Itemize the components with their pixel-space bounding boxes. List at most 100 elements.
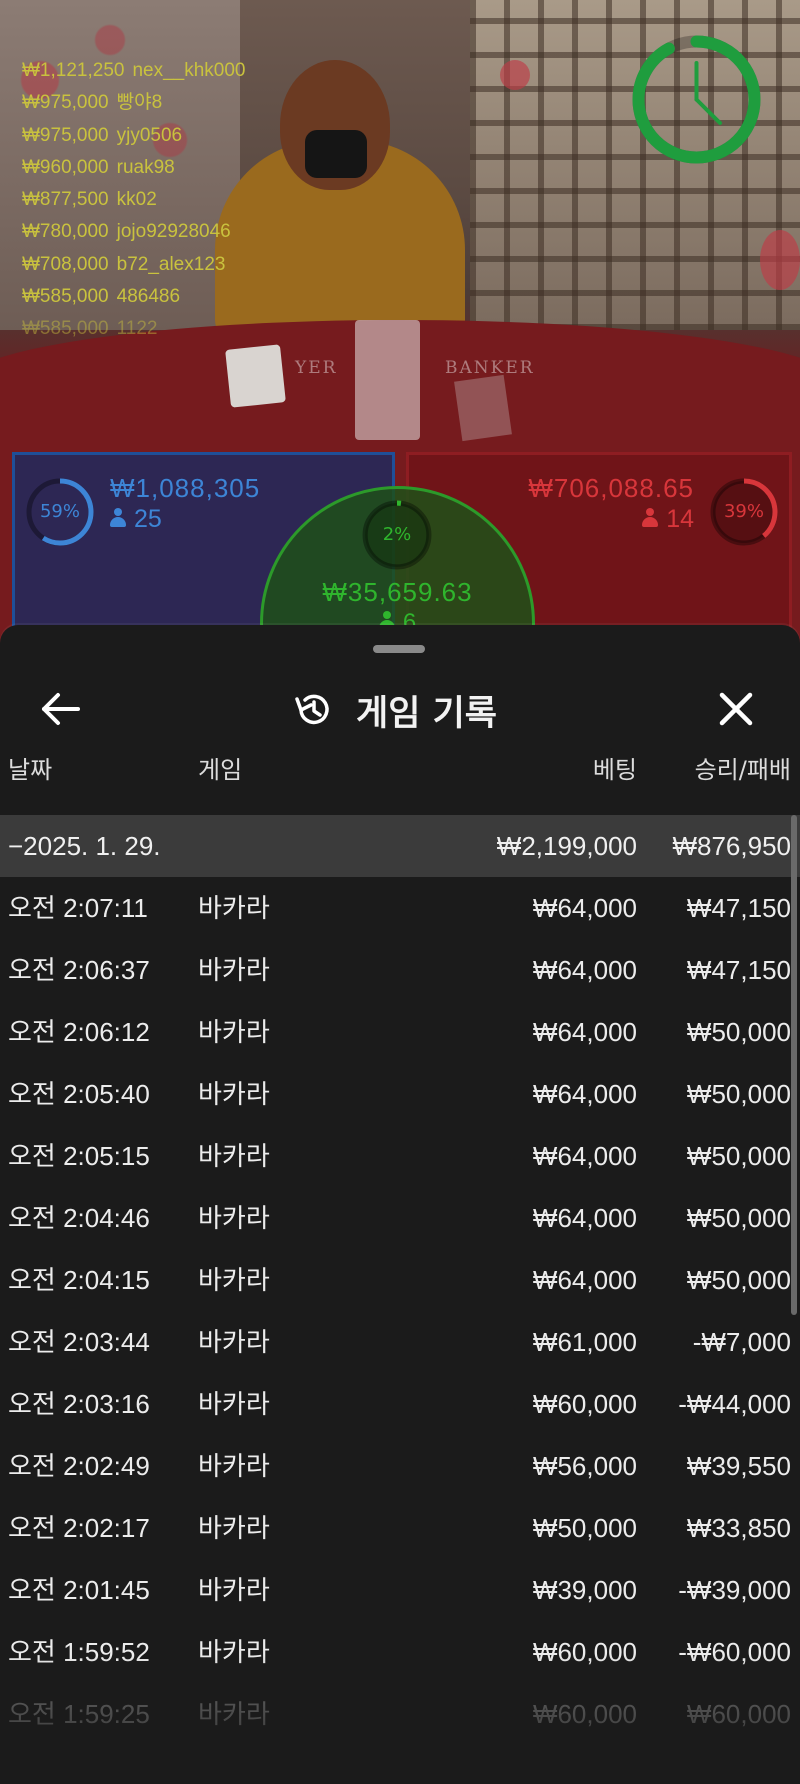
leaderboard-user: 486486 xyxy=(116,286,181,308)
game-history-sheet: 게임 기록 날짜 게임 베팅 승리/패배 −2025. 1. 29. ₩2,19… xyxy=(0,625,800,1784)
person-icon xyxy=(642,508,659,528)
row-bet: ₩61,000 xyxy=(532,1327,637,1357)
row-result: ₩50,000 xyxy=(686,1017,791,1047)
row-time: 오전 2:06:12 xyxy=(8,1017,150,1047)
row-game: 바카라 xyxy=(198,893,270,923)
leaderboard-row: ₩1,121,250 nex__khk000 xyxy=(22,55,246,87)
tie-bet-amount: ₩35,659.63 xyxy=(322,577,473,607)
sheet-title: 게임 기록 xyxy=(292,685,497,735)
close-icon[interactable] xyxy=(710,683,762,735)
banker-count: 14 xyxy=(642,505,694,534)
date-group-row[interactable]: −2025. 1. 29. ₩2,199,000 ₩876,950 xyxy=(0,815,800,877)
sheet-header: 게임 기록 xyxy=(0,663,800,773)
history-icon xyxy=(295,694,329,725)
table-row[interactable]: 오전 2:02:49 바카라 ₩56,000 ₩39,550 xyxy=(0,1435,800,1497)
row-time: 오전 2:01:45 xyxy=(8,1575,150,1605)
leaderboard-user: jojo92928046 xyxy=(116,221,231,243)
table-row[interactable]: 오전 2:01:45 바카라 ₩39,000 -₩39,000 xyxy=(0,1559,800,1621)
column-header-bet[interactable]: 베팅 xyxy=(593,750,637,785)
row-result: -₩44,000 xyxy=(678,1389,791,1419)
row-result: ₩50,000 xyxy=(686,1079,791,1109)
leaderboard-amount: ₩1,121,250 xyxy=(22,60,125,81)
row-bet: ₩60,000 xyxy=(532,1389,637,1419)
sheet-drag-handle[interactable] xyxy=(373,645,425,653)
row-result: ₩33,850 xyxy=(686,1513,791,1543)
row-game: 바카라 xyxy=(198,1141,270,1171)
date-group-label: −2025. 1. 29. xyxy=(8,831,161,861)
date-group-result-total: ₩876,950 xyxy=(672,831,791,861)
leaderboard-row: ₩780,000 jojo92928046 xyxy=(22,216,246,248)
table-row[interactable]: 오전 2:06:37 바카라 ₩64,000 ₩47,150 xyxy=(0,939,800,1001)
row-time: 오전 2:04:46 xyxy=(8,1203,150,1233)
player-percent: 59% xyxy=(39,501,80,522)
table-row[interactable]: 오전 2:05:40 바카라 ₩64,000 ₩50,000 xyxy=(0,1063,800,1125)
row-bet: ₩64,000 xyxy=(532,1017,637,1047)
row-game: 바카라 xyxy=(198,1575,270,1605)
live-video-feed: YER BANKER ₩1,121,250 nex__khk000 ₩975,000… xyxy=(0,0,800,650)
column-header-date[interactable]: 날짜 xyxy=(8,750,52,785)
row-game: 바카라 xyxy=(198,1265,270,1295)
card-tray xyxy=(454,374,512,442)
table-row[interactable]: 오전 2:05:15 바카라 ₩64,000 ₩50,000 xyxy=(0,1125,800,1187)
arrow-left-icon[interactable] xyxy=(35,683,87,735)
blossom xyxy=(500,60,530,90)
row-bet: ₩39,000 xyxy=(532,1575,637,1605)
row-time: 오전 2:02:17 xyxy=(8,1513,150,1543)
row-game: 바카라 xyxy=(198,1389,270,1419)
table-print-banker: BANKER xyxy=(445,358,535,378)
row-result: ₩50,000 xyxy=(686,1141,791,1171)
table-row[interactable]: 오전 1:59:25 바카라 ₩60,000 ₩60,000 xyxy=(0,1683,800,1745)
leaderboard-user: kk02 xyxy=(116,189,157,211)
leaderboard-user: b72_alex123 xyxy=(116,253,226,275)
row-bet: ₩64,000 xyxy=(532,955,637,985)
leaderboard-user: yjy0506 xyxy=(116,124,183,146)
table-row[interactable]: 오전 1:59:52 바카라 ₩60,000 -₩60,000 xyxy=(0,1621,800,1683)
row-bet: ₩64,000 xyxy=(532,1265,637,1295)
table-row[interactable]: 오전 2:06:12 바카라 ₩64,000 ₩50,000 xyxy=(0,1001,800,1063)
leaderboard-row: ₩975,000 yjy0506 xyxy=(22,120,246,152)
table-row[interactable]: 오전 2:04:15 바카라 ₩64,000 ₩50,000 xyxy=(0,1249,800,1311)
timer-clock-icon xyxy=(632,35,761,164)
player-count: 25 xyxy=(110,505,162,534)
row-bet: ₩50,000 xyxy=(532,1513,637,1543)
leaderboard-row: ₩585,000 1122 xyxy=(22,313,246,345)
column-header-game[interactable]: 게임 xyxy=(198,750,242,785)
row-game: 바카라 xyxy=(198,1637,270,1667)
row-time: 오전 2:03:44 xyxy=(8,1327,150,1357)
row-time: 오전 1:59:25 xyxy=(8,1699,150,1729)
row-game: 바카라 xyxy=(198,1699,270,1729)
leaderboard-row: ₩585,000 486486 xyxy=(22,281,246,313)
leaderboard-row: ₩960,000 ruak98 xyxy=(22,152,246,184)
row-time: 오전 1:59:52 xyxy=(8,1637,150,1667)
row-time: 오전 2:06:37 xyxy=(8,955,150,985)
leaderboard-user: nex__khk000 xyxy=(132,60,246,81)
row-game: 바카라 xyxy=(198,1017,270,1047)
person-icon xyxy=(110,508,126,528)
row-game: 바카라 xyxy=(198,1079,270,1109)
row-game: 바카라 xyxy=(198,1203,270,1233)
table-row[interactable]: 오전 2:07:11 바카라 ₩64,000 ₩47,150 xyxy=(0,877,800,939)
table-row[interactable]: 오전 2:04:46 바카라 ₩64,000 ₩50,000 xyxy=(0,1187,800,1249)
row-result: -₩39,000 xyxy=(678,1575,791,1605)
leaderboard-amount: ₩975,000 xyxy=(22,92,109,114)
discard-box xyxy=(355,320,420,440)
banker-bet-amount: ₩706,088.65 xyxy=(528,473,694,503)
leaderboard-amount: ₩877,500 xyxy=(22,189,109,211)
row-bet: ₩56,000 xyxy=(532,1451,637,1481)
blossom xyxy=(760,230,800,290)
row-time: 오전 2:07:11 xyxy=(8,893,148,923)
leaderboard-user: ruak98 xyxy=(116,156,175,178)
scrollbar[interactable] xyxy=(791,815,797,1315)
row-bet: ₩60,000 xyxy=(532,1637,637,1667)
row-result: ₩39,550 xyxy=(686,1451,791,1481)
row-game: 바카라 xyxy=(198,955,270,985)
row-time: 오전 2:04:15 xyxy=(8,1265,150,1295)
row-game: 바카라 xyxy=(198,1327,270,1357)
row-bet: ₩64,000 xyxy=(532,1203,637,1233)
column-header-result[interactable]: 승리/패배 xyxy=(695,750,791,785)
date-group-bet-total: ₩2,199,000 xyxy=(496,831,637,861)
table-row[interactable]: 오전 2:03:44 바카라 ₩61,000 -₩7,000 xyxy=(0,1311,800,1373)
table-row[interactable]: 오전 2:02:17 바카라 ₩50,000 ₩33,850 xyxy=(0,1497,800,1559)
leaderboard-user: 1122 xyxy=(116,318,158,340)
table-row[interactable]: 오전 2:03:16 바카라 ₩60,000 -₩44,000 xyxy=(0,1373,800,1435)
